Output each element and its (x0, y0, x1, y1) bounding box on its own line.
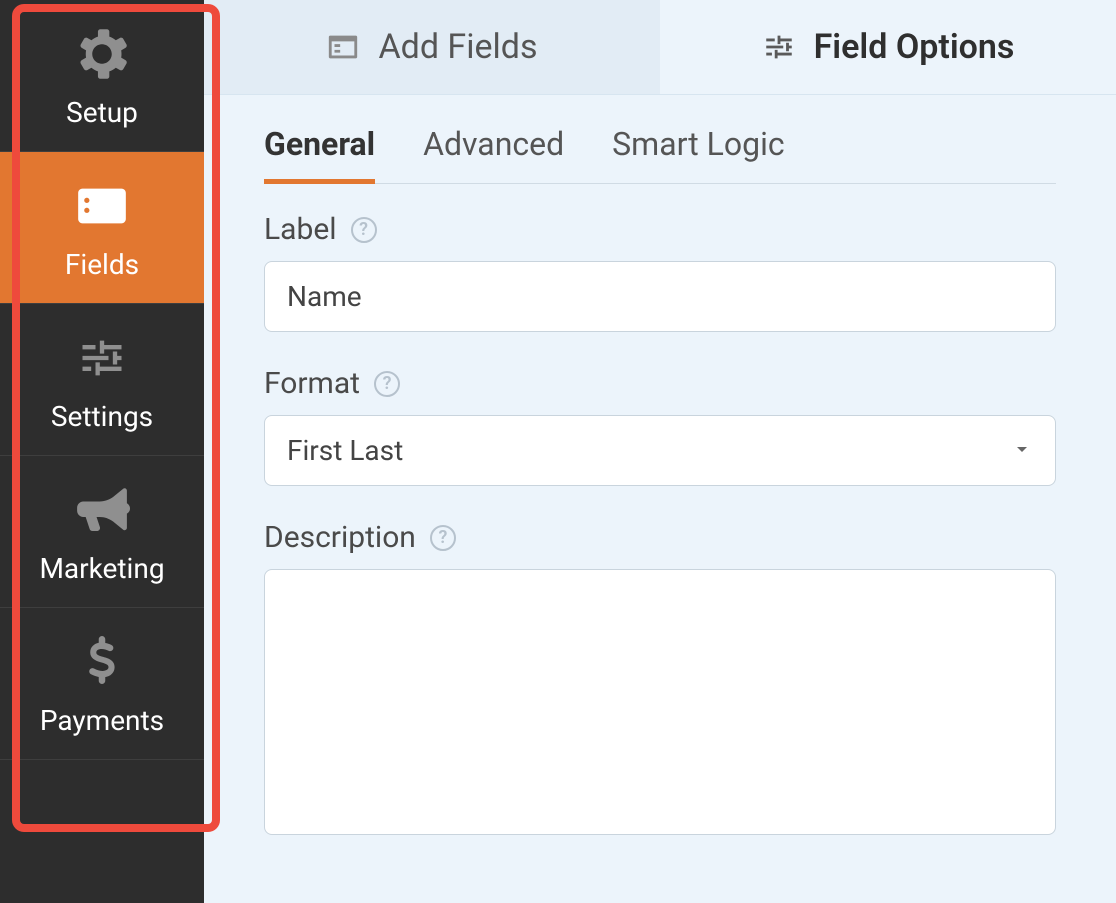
help-icon[interactable]: ? (374, 371, 400, 397)
panel-icon (326, 30, 360, 64)
main-panel: Add Fields Field Options General Advance… (204, 0, 1116, 903)
subtabs: General Advanced Smart Logic (264, 125, 1056, 184)
sidebar-item-label: Payments (40, 704, 164, 737)
sliders-icon (74, 330, 130, 386)
tab-field-options[interactable]: Field Options (660, 0, 1116, 94)
subtab-smart-logic[interactable]: Smart Logic (612, 125, 784, 184)
field-description-label: Description (264, 520, 416, 555)
subtab-general[interactable]: General (264, 125, 375, 184)
field-label-label: Label (264, 212, 337, 247)
row-description: Description ? (264, 520, 1056, 839)
help-icon[interactable]: ? (430, 525, 456, 551)
sidebar-item-settings[interactable]: Settings (0, 304, 204, 456)
sidebar: Setup Fields Settings Marketing Payments (0, 0, 204, 903)
sidebar-item-label: Marketing (39, 552, 164, 585)
format-select[interactable]: First Last (264, 415, 1056, 486)
sidebar-item-label: Fields (65, 248, 139, 281)
top-tabs: Add Fields Field Options (204, 0, 1116, 95)
gear-icon (74, 26, 130, 82)
row-format: Format ? First Last (264, 366, 1056, 486)
sidebar-item-label: Settings (51, 400, 153, 433)
sidebar-item-label: Setup (66, 96, 138, 129)
field-options-panel: General Advanced Smart Logic Label ? For… (204, 95, 1116, 903)
dollar-icon (74, 634, 130, 690)
sidebar-item-payments[interactable]: Payments (0, 608, 204, 760)
list-box-icon (74, 178, 130, 234)
tab-add-fields[interactable]: Add Fields (204, 0, 660, 94)
sidebar-item-marketing[interactable]: Marketing (0, 456, 204, 608)
sidebar-item-fields[interactable]: Fields (0, 152, 204, 304)
description-textarea[interactable] (264, 569, 1056, 835)
field-format-label: Format (264, 366, 360, 401)
tab-label: Add Fields (378, 27, 537, 67)
sidebar-item-setup[interactable]: Setup (0, 0, 204, 152)
help-icon[interactable]: ? (351, 217, 377, 243)
sliders-icon (762, 30, 796, 64)
subtab-advanced[interactable]: Advanced (423, 125, 564, 184)
bullhorn-icon (74, 482, 130, 538)
label-input[interactable] (264, 261, 1056, 332)
tab-label: Field Options (814, 27, 1015, 67)
row-label: Label ? (264, 212, 1056, 332)
